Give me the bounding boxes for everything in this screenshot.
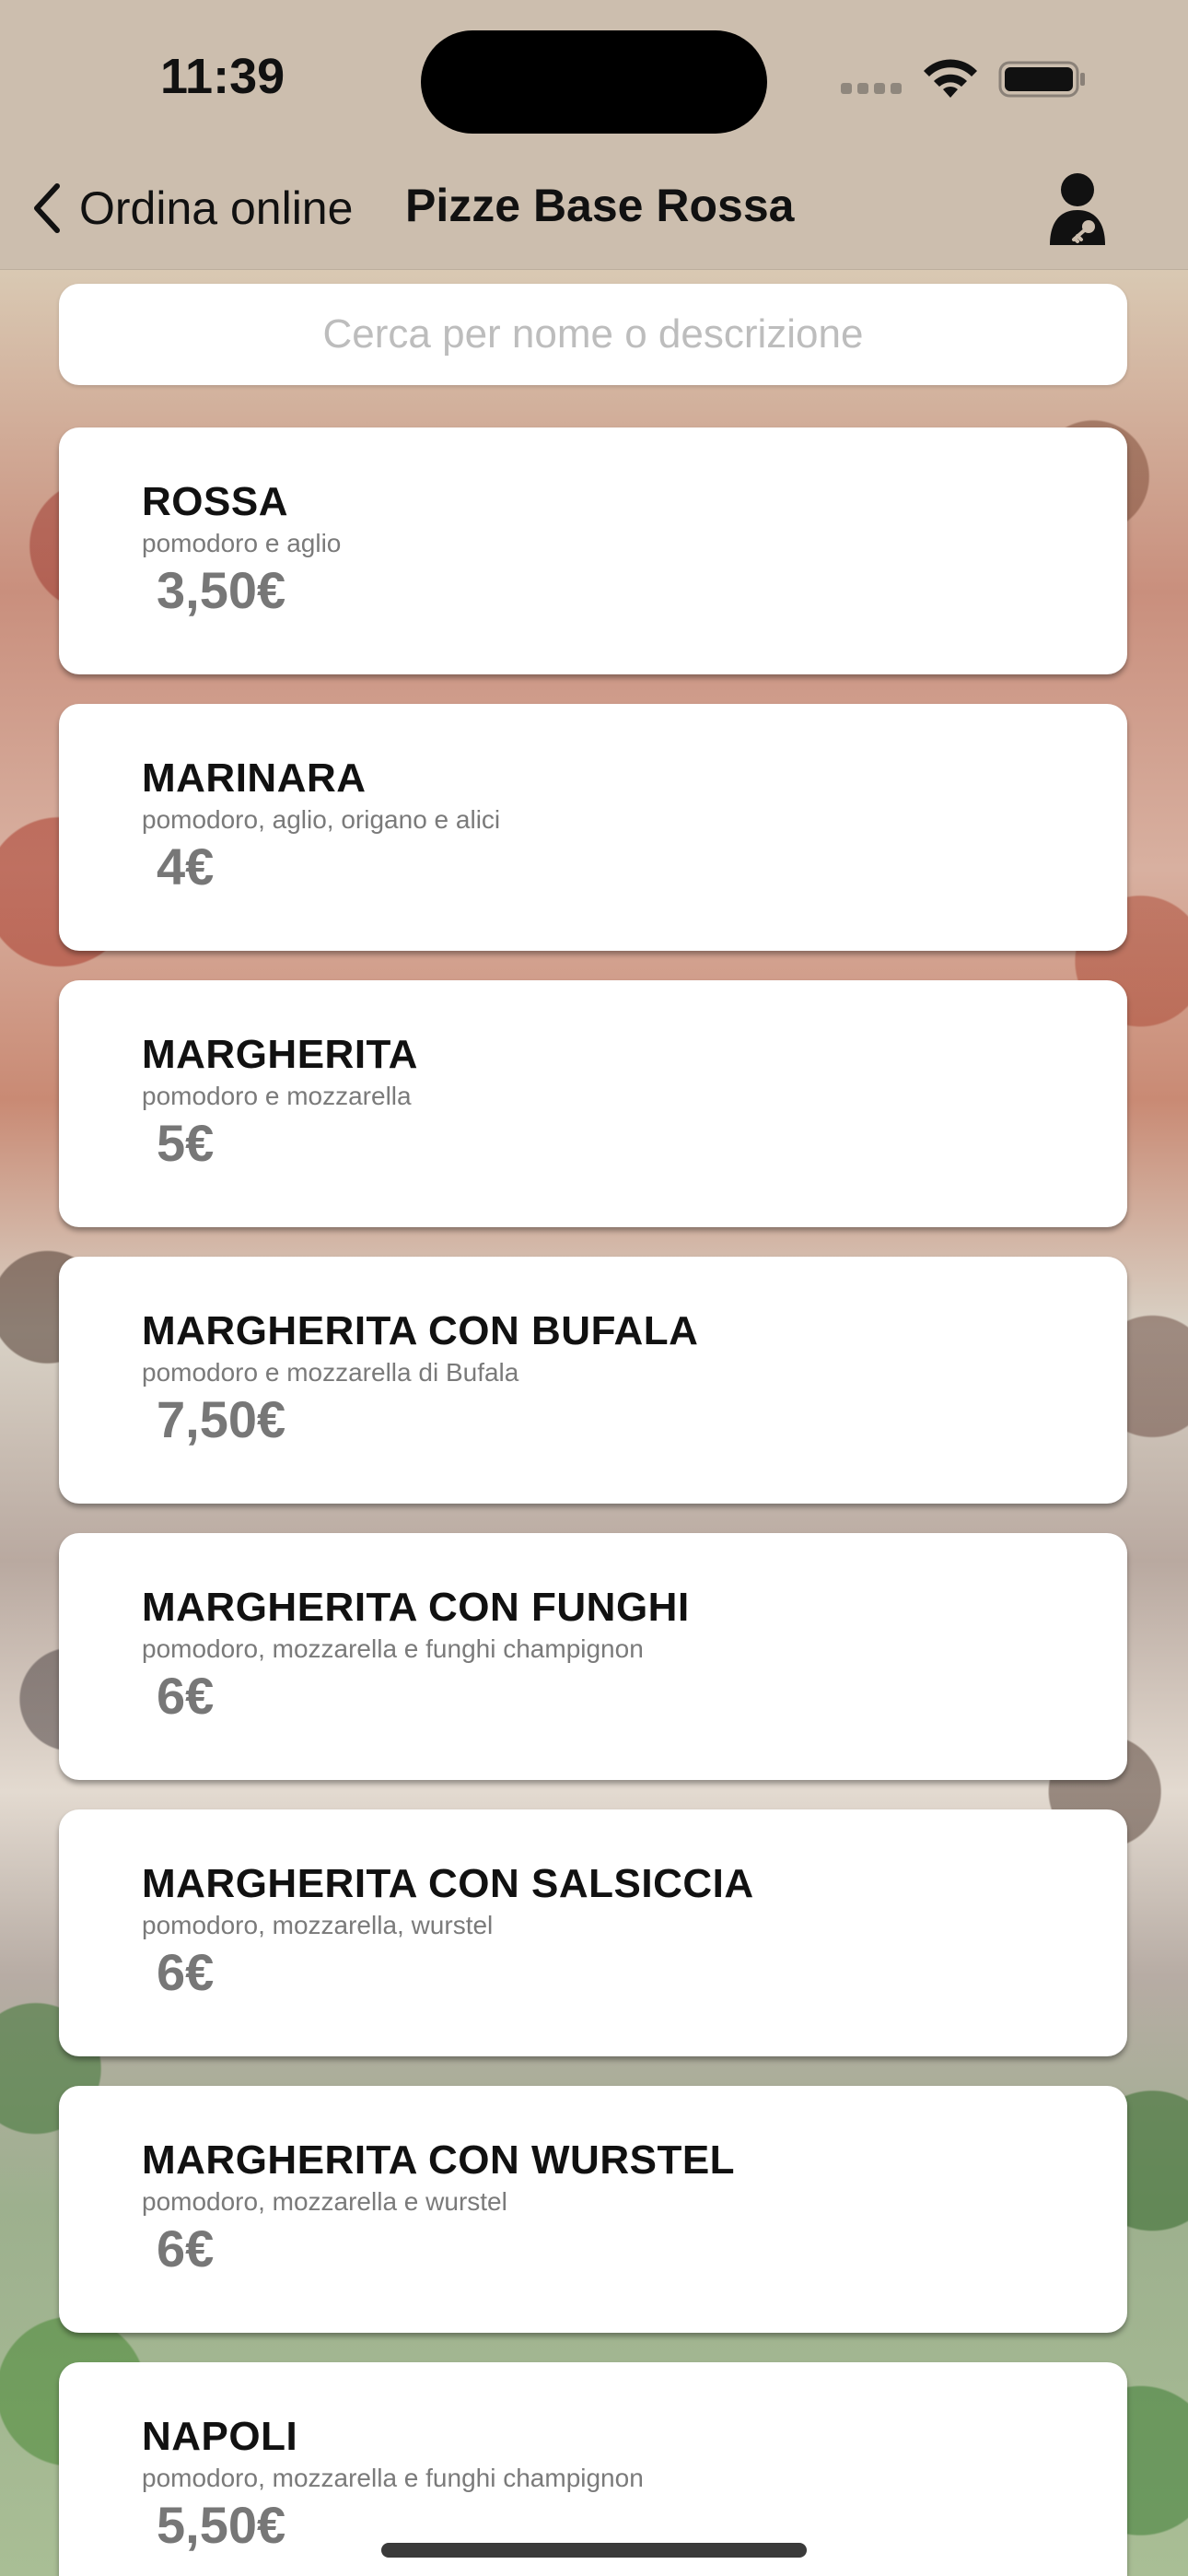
menu-item-card[interactable]: MARINARA pomodoro, aglio, origano e alic… <box>59 704 1127 951</box>
menu-item-name: MARGHERITA CON BUFALA <box>142 1308 699 1353</box>
user-key-icon[interactable] <box>1046 170 1112 247</box>
menu-item-description: pomodoro e mozzarella di Bufala <box>142 1358 519 1387</box>
menu-item-description: pomodoro e mozzarella <box>142 1082 412 1110</box>
chevron-left-icon <box>34 183 60 233</box>
menu-item-card[interactable]: ROSSA pomodoro e aglio 3,50€ <box>59 427 1127 674</box>
dynamic-island <box>421 30 767 134</box>
menu-item-price: 3,50€ <box>157 561 286 619</box>
menu-item-price: 7,50€ <box>157 1390 286 1448</box>
menu-item-price: 6€ <box>157 1667 215 1725</box>
menu-item-name: MARGHERITA CON SALSICCIA <box>142 1861 754 1906</box>
menu-item-price: 6€ <box>157 1943 215 2001</box>
menu-item-card[interactable]: MARGHERITA CON BUFALA pomodoro e mozzare… <box>59 1257 1127 1504</box>
home-indicator[interactable] <box>381 2543 807 2558</box>
search-input[interactable] <box>59 283 1127 386</box>
menu-item-description: pomodoro, mozzarella e wurstel <box>142 2187 507 2216</box>
menu-item-name: MARINARA <box>142 755 367 801</box>
back-label: Ordina online <box>79 182 354 234</box>
menu-item-description: pomodoro, mozzarella e funghi champignon <box>142 1634 644 1663</box>
menu-item-name: ROSSA <box>142 479 288 524</box>
menu-item-description: pomodoro, aglio, origano e alici <box>142 805 501 834</box>
menu-item-price: 5€ <box>157 1114 215 1172</box>
menu-item-price: 6€ <box>157 2219 215 2277</box>
menu-item-price: 5,50€ <box>157 2496 286 2554</box>
cellular-signal-icon <box>841 83 905 96</box>
status-time: 11:39 <box>160 49 285 104</box>
page-title: Pizze Base Rossa <box>405 180 795 231</box>
menu-item-name: MARGHERITA CON FUNGHI <box>142 1585 690 1630</box>
menu-item-name: MARGHERITA <box>142 1032 418 1077</box>
menu-item-name: MARGHERITA CON WURSTEL <box>142 2137 736 2183</box>
search-bar <box>59 283 1127 386</box>
menu-item-card[interactable]: MARGHERITA CON SALSICCIA pomodoro, mozza… <box>59 1809 1127 2056</box>
back-button[interactable]: Ordina online <box>28 171 353 245</box>
menu-item-card[interactable]: MARGHERITA CON WURSTEL pomodoro, mozzare… <box>59 2086 1127 2333</box>
battery-icon <box>998 61 1085 98</box>
menu-item-card[interactable]: MARGHERITA pomodoro e mozzarella 5€ <box>59 980 1127 1227</box>
menu-item-description: pomodoro, mozzarella e funghi champignon <box>142 2464 644 2492</box>
menu-item-description: pomodoro, mozzarella, wurstel <box>142 1911 494 1939</box>
wifi-icon <box>924 59 977 98</box>
menu-item-description: pomodoro e aglio <box>142 529 342 557</box>
menu-item-card[interactable]: MARGHERITA CON FUNGHI pomodoro, mozzarel… <box>59 1533 1127 1780</box>
header: 11:39 Ordina online Pizze Base Rossa <box>0 0 1188 270</box>
menu-item-price: 4€ <box>157 837 215 896</box>
menu-item-name: NAPOLI <box>142 2414 298 2459</box>
